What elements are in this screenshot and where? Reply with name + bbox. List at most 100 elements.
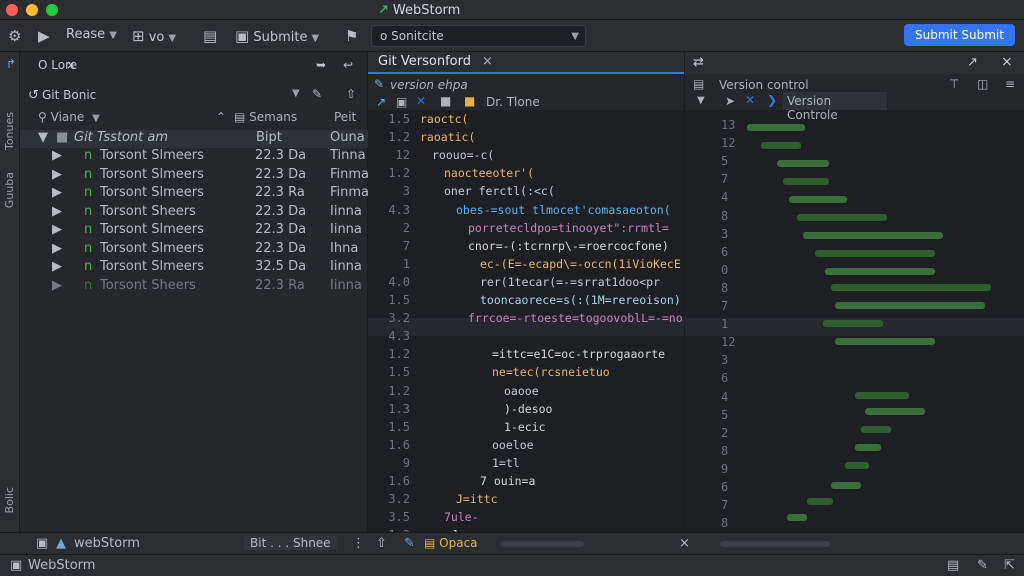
code-line: 1=tl [492,455,520,470]
close-icon[interactable]: ✕ [745,93,755,107]
chevron-right-icon[interactable]: ▶ [52,278,62,293]
expand-icon[interactable]: ⇱ [1004,558,1015,573]
project-label[interactable]: webStorm [74,536,140,551]
send-icon[interactable]: ❯ [767,93,777,107]
settings-icon[interactable]: ⚙ [8,27,21,45]
menu-icon[interactable]: ≡ [1005,77,1015,91]
popout-icon[interactable]: ↗ [967,55,978,70]
tree-row[interactable]: ▶ 𝗇 Torsont Slmeers 22.3 Da Finma [20,167,369,185]
edit-icon[interactable]: ✎ [312,87,322,101]
chevron-right-icon[interactable]: ▶ [52,167,62,182]
export-icon[interactable]: ⇧ [346,87,356,101]
diff-bar [747,124,805,131]
close-tab-icon[interactable]: × [66,58,76,72]
edit-icon[interactable]: ✎ [977,558,988,573]
title-bar: ↗ WebStorm [0,0,1024,20]
structure-icon[interactable]: ⇄ [693,55,704,70]
horizontal-scrollbar[interactable] [500,541,584,547]
upload-icon[interactable]: ⇧ [376,536,387,551]
chevron-down-icon[interactable]: ▼ [292,88,300,99]
close-icon[interactable]: × [679,536,690,551]
folder-icon[interactable]: ■ [464,94,475,108]
chevron-right-icon[interactable]: ▶ [52,204,62,219]
branch-select[interactable]: o Sonitcite ▼ [371,25,586,47]
submit-dropdown[interactable]: ▣ Submite ▼ [235,27,319,45]
minimize-window-button[interactable] [26,4,38,16]
plane-icon[interactable]: ➤ [725,94,735,108]
more-icon[interactable]: ⋮ [352,536,365,551]
line-number: 3 [721,353,729,368]
horizontal-scrollbar[interactable] [720,541,830,547]
pen-icon[interactable]: ✎ [404,536,415,551]
run-config-dropdown[interactable]: Rease ▼ [66,27,117,45]
column-header-status[interactable]: Peit [334,110,356,124]
column-header-name[interactable]: ⚲ Viane ▼ [38,110,100,124]
chevron-down-icon[interactable]: ▼ [38,130,48,145]
clipboard-icon[interactable]: ▤ [203,27,217,45]
tree-row[interactable]: ▶ 𝗇 Torsont Slmeers 22.3 Ra Finma [20,185,369,203]
rebase-icon[interactable]: ↗ [376,95,386,109]
submit-button[interactable]: Submit Submit [904,24,1015,46]
bottom-tab[interactable]: Bit . . . Shnee [244,536,337,550]
layout-icon[interactable]: ◫ [977,77,988,91]
chevron-down-icon[interactable]: ▼ [697,95,705,106]
line-number: 7 [402,238,410,253]
line-number: 3.5 [388,510,410,525]
window-icon[interactable]: ▣ [396,95,407,109]
line-number: 4.3 [388,202,410,217]
diff-bar [783,178,829,185]
editor-tab[interactable]: Git Versonford × [368,52,684,74]
code-line: tooncaorece=s(:(1M=rereoison) [480,293,681,307]
panel-icon[interactable]: ▤ [947,558,959,573]
tree-row[interactable]: ▶ 𝗇 Torsont Sheers 22.3 Da Iinna [20,204,368,222]
sort-icon[interactable]: ⌃ [216,110,226,124]
line-number: 4.0 [388,274,410,289]
close-icon[interactable]: ✕ [416,94,426,108]
code-line: ec-(E=-ecapd\=-occn(1iVioKecE [480,256,681,271]
vcs-dropdown[interactable]: ⊞ vo ▼ [132,27,176,45]
line-number: 7 [721,172,729,187]
tree-root-row[interactable]: ▼ ■ Git Tsstont am Bipt Ouna [20,130,368,148]
chevron-right-icon[interactable]: ▶ [52,148,62,163]
printer-icon: ▤ [693,77,705,91]
editor-subbar: ✎ version ehpa ↗ ▣ ✕ ■ ■ Dr. Tlone [368,74,684,110]
close-tab-icon[interactable]: × [482,54,493,69]
layout-icon[interactable]: ▣ [36,536,48,551]
line-number: 1.5 [388,112,410,126]
bookmark-icon[interactable]: ⚑ [345,27,358,45]
chevron-right-icon[interactable]: ▶ [52,185,62,200]
pin-icon[interactable]: ⊤ [949,77,959,91]
tree-row[interactable]: ▶ 𝗇 Torsont Sheers 22.3 Ra Iinna [20,278,368,296]
code-area[interactable]: raoctc(raoatic(roouo=-c(naocteeoter'(one… [420,112,682,532]
chevron-right-icon[interactable]: ▶ [52,241,62,256]
tree-row[interactable]: ▶ 𝗇 Torsont Slmeers 22.3 Da Iinna [20,222,368,240]
close-icon[interactable]: × [1001,54,1013,70]
strip-tab-bottom[interactable]: Bolic [3,487,16,513]
hide-panel-icon[interactable]: ↩ [343,58,353,72]
strip-tab-mid[interactable]: Guuba [3,172,16,208]
opaca-tab[interactable]: ▤ Opaca [424,536,478,550]
tree-row[interactable]: ▶ 𝗇 Torsont Slmeers 22.3 Da Ihna [20,241,368,259]
chevron-right-icon[interactable]: ▶ [52,222,62,237]
strip-tab-top[interactable]: Tonues [3,112,16,150]
line-number: 8 [721,208,729,223]
tree-row[interactable]: ▶ 𝗇 Torsont Slmeers 22.3 Da Tinna [20,148,368,166]
stop-icon[interactable]: ■ [440,94,451,108]
line-number: 1.3 [388,401,410,416]
code-line: ooeloe [492,437,534,452]
line-number: 3 [721,226,729,241]
close-window-button[interactable] [6,4,18,16]
code-line: J=ittc [456,492,498,507]
run-icon[interactable]: ▶ [38,27,50,45]
line-number: 7 [721,498,729,513]
tree-row[interactable]: ▶ 𝗇 Torsont Slmeers 32.5 Da Iinna [20,259,368,277]
version-control-filter[interactable]: Version Controle [783,92,887,122]
panel-tab[interactable]: ↱ O Lore × ➥ ↩ [6,56,368,76]
branch-field[interactable]: ↺ Git Bonic ▼ ✎ ⇧ [20,86,368,106]
chevron-right-icon[interactable]: ▶ [52,259,62,274]
diff-bar [807,498,833,505]
column-header-size[interactable]: ▤ Semans [234,110,297,124]
pin-icon[interactable]: ➥ [316,58,326,72]
window-icon: ▣ [235,27,250,45]
maximize-window-button[interactable] [46,4,58,16]
